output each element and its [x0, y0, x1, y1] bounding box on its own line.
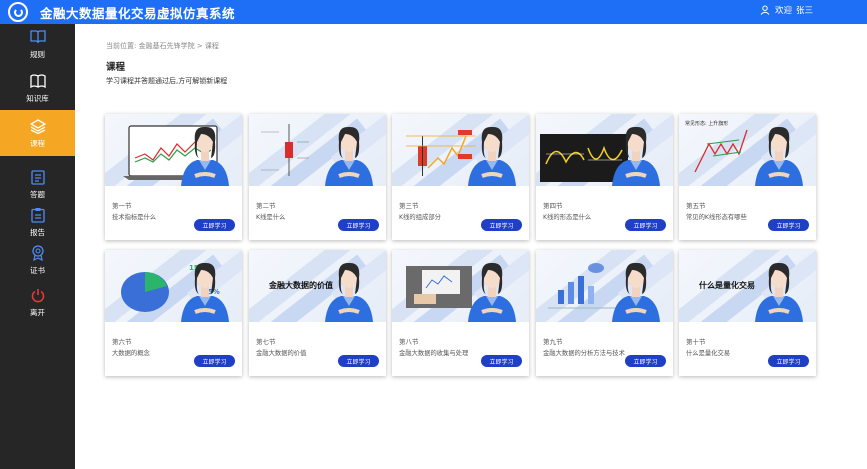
- course-section: 第一节: [112, 202, 132, 210]
- sidebar-item-rules[interactable]: 规则: [0, 24, 75, 64]
- open-book-icon: [29, 73, 46, 90]
- course-thumbnail[interactable]: 金融大数据的价值: [249, 250, 386, 322]
- course-thumbnail[interactable]: [536, 114, 673, 186]
- start-learning-button[interactable]: 立即学习: [481, 355, 522, 367]
- course-title: 什么是量化交易: [686, 350, 731, 357]
- presenter-illustration: [468, 262, 516, 322]
- course-section: 第七节: [256, 338, 276, 346]
- course-thumbnail[interactable]: 什么是量化交易: [679, 250, 816, 322]
- page-title: 课程: [106, 62, 126, 73]
- layers-icon: [29, 118, 46, 135]
- course-card[interactable]: 常见形态: 上升旗形 第五节 常见的K线形态有哪些 立即学习: [679, 114, 816, 240]
- course-card[interactable]: 15% 85% 第六节 大数据的概念 立即学习: [105, 250, 242, 376]
- course-section: 第四节: [543, 202, 563, 210]
- start-learning-button[interactable]: 立即学习: [768, 219, 809, 231]
- user-icon: [760, 5, 770, 15]
- course-title: K线是什么: [256, 214, 286, 221]
- course-title: 技术指标是什么: [112, 214, 157, 221]
- presenter-illustration: [325, 126, 373, 186]
- sidebar-item-exit[interactable]: 离开: [0, 282, 75, 322]
- course-title: K线的组成部分: [399, 214, 441, 221]
- course-thumbnail[interactable]: [392, 114, 529, 186]
- start-learning-button[interactable]: 立即学习: [338, 219, 379, 231]
- checklist-icon: [30, 169, 45, 186]
- username: 张三: [795, 6, 813, 16]
- course-thumbnail[interactable]: [249, 114, 386, 186]
- sidebar-item-label: 证书: [30, 265, 45, 275]
- course-title: 大数据的概念: [112, 350, 150, 357]
- presenter-illustration: [755, 262, 803, 322]
- page-subtitle: 学习课程并答题通过后,方可解锁新课程: [106, 77, 228, 85]
- course-card[interactable]: 第三节 K线的组成部分 立即学习: [392, 114, 529, 240]
- course-section: 第三节: [399, 202, 419, 210]
- course-title: 金融大数据的价值: [256, 350, 307, 357]
- top-bar: 金融大数据量化交易虚拟仿真系统 欢迎 张三: [0, 0, 867, 24]
- presenter-illustration: [325, 262, 373, 322]
- course-section: 第五节: [686, 202, 706, 210]
- start-learning-button[interactable]: 立即学习: [625, 219, 666, 231]
- sidebar-item-knowledge[interactable]: 知识库: [0, 68, 75, 108]
- course-title: 常见的K线形态有哪些: [686, 214, 747, 221]
- presenter-illustration: [468, 126, 516, 186]
- course-card[interactable]: 第一节 技术指标是什么 立即学习: [105, 114, 242, 240]
- course-card[interactable]: 第九节 金融大数据的分析方法与技术 立即学习: [536, 250, 673, 376]
- sidebar-item-label: 答题: [30, 189, 45, 199]
- course-card[interactable]: 第八节 金融大数据的收集与处理 立即学习: [392, 250, 529, 376]
- sidebar-item-courses[interactable]: 课程: [0, 110, 75, 156]
- course-card[interactable]: 金融大数据的价值 第七节 金融大数据的价值 立即学习: [249, 250, 386, 376]
- breadcrumb-path[interactable]: 金融基石先锋学院 > 课程: [139, 42, 219, 50]
- course-section: 第九节: [543, 338, 563, 346]
- main-content: 当前位置: 金融基石先锋学院 > 课程 课程 学习课程并答题通过后,方可解锁新课…: [75, 24, 867, 469]
- course-thumbnail[interactable]: 15% 85%: [105, 250, 242, 322]
- start-learning-button[interactable]: 立即学习: [625, 355, 666, 367]
- course-title: 金融大数据的分析方法与技术: [543, 350, 625, 357]
- presenter-illustration: [181, 126, 229, 186]
- course-thumbnail[interactable]: [392, 250, 529, 322]
- certificate-icon: [31, 245, 45, 262]
- sidebar-item-label: 离开: [30, 307, 45, 317]
- course-thumbnail[interactable]: [536, 250, 673, 322]
- presenter-illustration: [181, 262, 229, 322]
- app-title: 金融大数据量化交易虚拟仿真系统: [40, 5, 236, 21]
- welcome-text: 欢迎: [774, 6, 792, 16]
- app-logo-icon: [8, 2, 28, 22]
- breadcrumb: 当前位置: 金融基石先锋学院 > 课程: [106, 42, 219, 50]
- course-section: 第八节: [399, 338, 419, 346]
- sidebar-item-label: 报告: [30, 227, 45, 237]
- clipboard-icon: [30, 207, 45, 224]
- sidebar-item-quiz[interactable]: 答题: [0, 164, 75, 204]
- start-learning-button[interactable]: 立即学习: [481, 219, 522, 231]
- sidebar-item-label: 规则: [30, 49, 45, 59]
- sidebar: 规则 知识库 课程 答题 报告 证书 离开: [0, 24, 75, 469]
- course-card[interactable]: 什么是量化交易 第十节 什么是量化交易 立即学习: [679, 250, 816, 376]
- course-title: K线的形态是什么: [543, 214, 592, 221]
- start-learning-button[interactable]: 立即学习: [768, 355, 809, 367]
- course-section: 第六节: [112, 338, 132, 346]
- power-icon: [31, 287, 45, 304]
- course-card[interactable]: 第二节 K线是什么 立即学习: [249, 114, 386, 240]
- course-thumbnail[interactable]: [105, 114, 242, 186]
- start-learning-button[interactable]: 立即学习: [338, 355, 379, 367]
- sidebar-item-label: 知识库: [26, 93, 49, 103]
- course-thumbnail[interactable]: 常见形态: 上升旗形: [679, 114, 816, 186]
- user-menu[interactable]: 欢迎 张三: [760, 4, 813, 16]
- start-learning-button[interactable]: 立即学习: [194, 219, 235, 231]
- presenter-illustration: [612, 126, 660, 186]
- book-icon: [29, 29, 46, 46]
- presenter-illustration: [755, 126, 803, 186]
- presenter-illustration: [612, 262, 660, 322]
- sidebar-item-certificate[interactable]: 证书: [0, 240, 75, 280]
- sidebar-item-report[interactable]: 报告: [0, 202, 75, 242]
- course-card[interactable]: 第四节 K线的形态是什么 立即学习: [536, 114, 673, 240]
- sidebar-item-label: 课程: [30, 138, 45, 148]
- course-section: 第十节: [686, 338, 706, 346]
- start-learning-button[interactable]: 立即学习: [194, 355, 235, 367]
- course-section: 第二节: [256, 202, 276, 210]
- course-title: 金融大数据的收集与处理: [399, 350, 469, 357]
